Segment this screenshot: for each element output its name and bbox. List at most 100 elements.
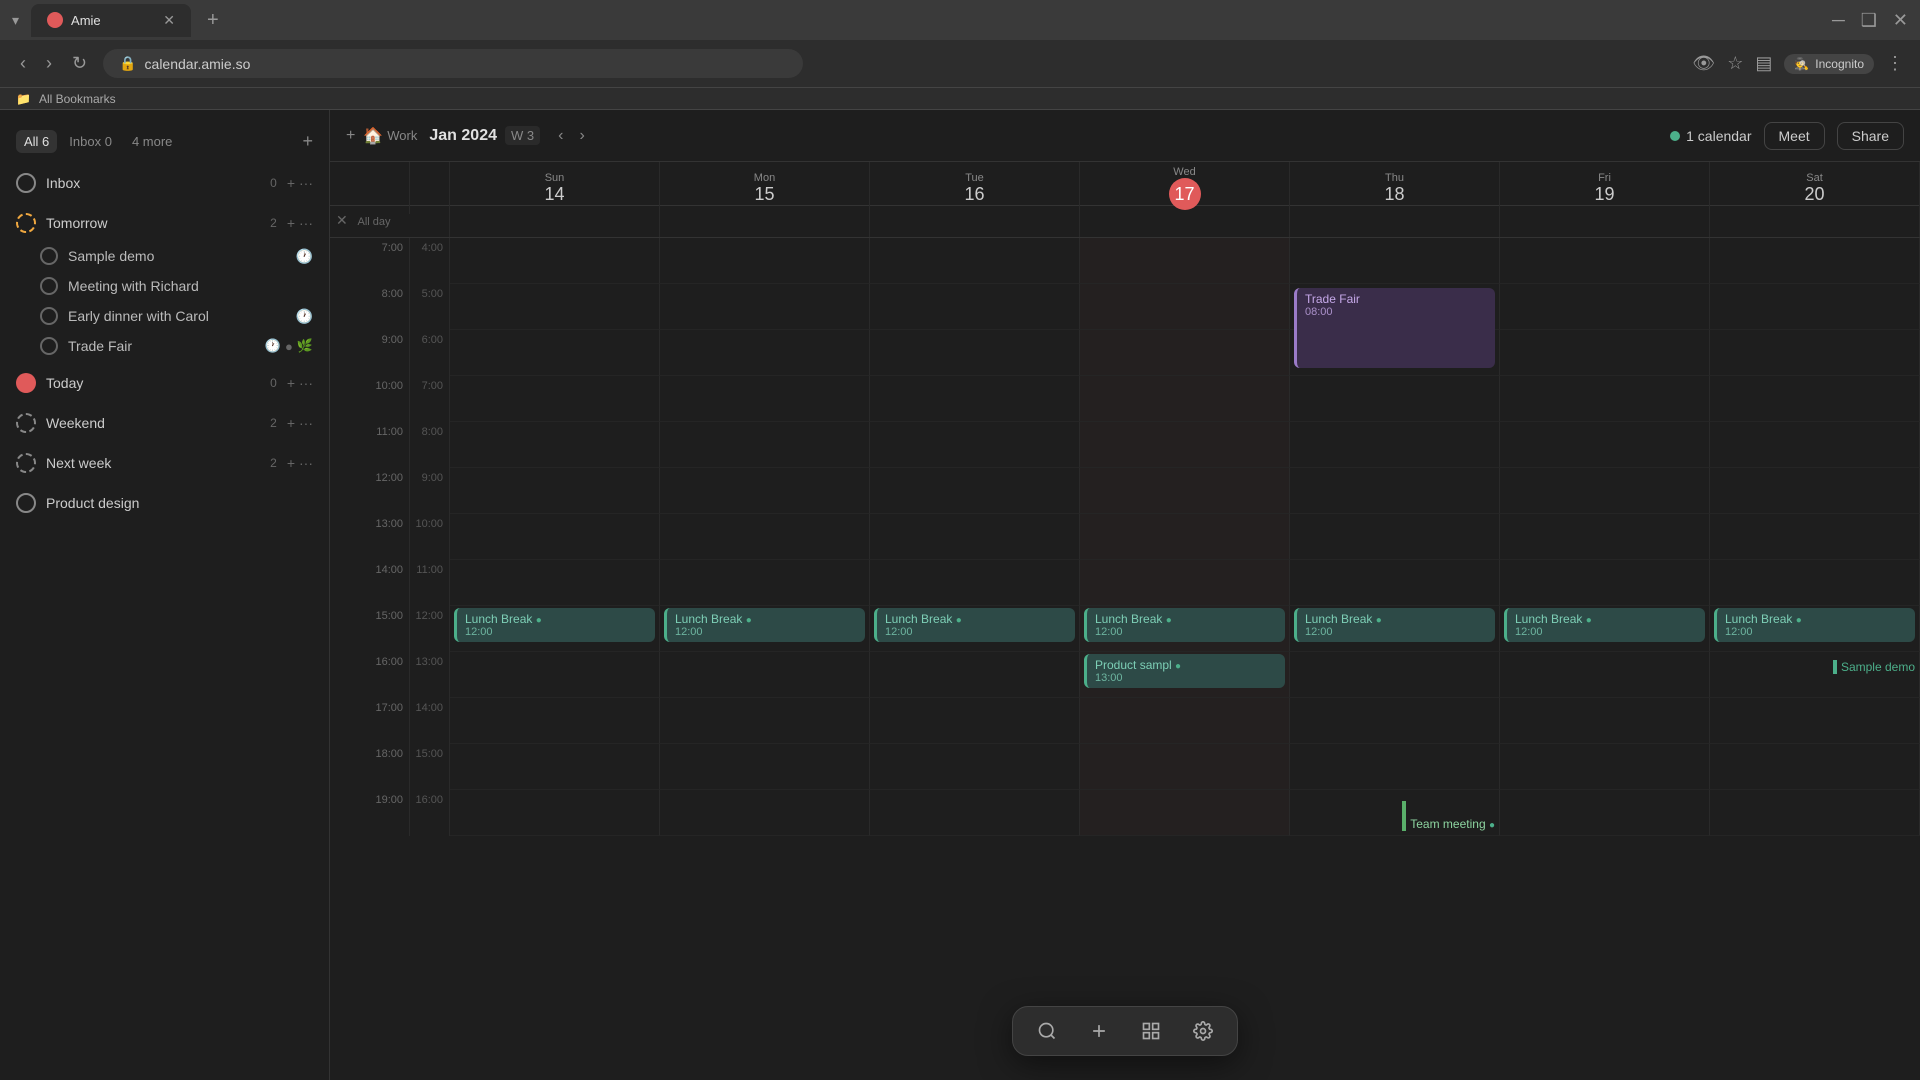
add-button[interactable] [1085,1017,1113,1045]
cell-wed-1300[interactable] [1080,514,1290,560]
cell-wed-1000[interactable] [1080,376,1290,422]
sidebar-section-header-weekend[interactable]: Weekend 2 + ··· [8,405,321,441]
cell-fri-1400[interactable] [1500,560,1710,606]
hide-icon[interactable]: 👁 [1692,53,1715,74]
cell-tue-1800[interactable] [870,744,1080,790]
event-lunch-tue[interactable]: Lunch Break ● 12:00 [874,608,1075,642]
calendar-scroll-area[interactable]: 7:00 4:00 8:00 5:00 [330,238,1920,1080]
cell-mon-1400[interactable] [660,560,870,606]
sidebar-toggle-icon[interactable]: ▤ [1755,53,1772,74]
cell-mon-800[interactable] [660,284,870,330]
cell-wed-1900[interactable] [1080,790,1290,836]
sidebar-section-header-inbox[interactable]: Inbox 0 + ··· [8,165,321,201]
task-item-trade-fair[interactable]: Trade Fair 🕐 ● 🌿 [8,331,321,361]
tomorrow-more-icon[interactable]: ··· [299,215,313,231]
allday-mon[interactable] [660,206,870,237]
nextweek-more-icon[interactable]: ··· [299,455,313,471]
view-button[interactable] [1137,1017,1165,1045]
minimize-button[interactable]: ─ [1832,10,1845,31]
forward-button[interactable]: › [42,49,56,78]
sidebar-tab-inbox[interactable]: Inbox 0 [61,130,120,153]
task-item-early-dinner[interactable]: Early dinner with Carol 🕐 [8,301,321,331]
cell-thu-1500[interactable]: Lunch Break ● 12:00 [1290,606,1500,652]
cell-wed-1100[interactable] [1080,422,1290,468]
sidebar-section-header-tomorrow[interactable]: Tomorrow 2 + ··· [8,205,321,241]
work-label[interactable]: Work [387,128,417,143]
event-lunch-wed[interactable]: Lunch Break ● 12:00 [1084,608,1285,642]
cell-wed-1200[interactable] [1080,468,1290,514]
cell-sat-1600[interactable]: Sample demo [1710,652,1920,698]
cell-sat-1900[interactable] [1710,790,1920,836]
cell-fri-1300[interactable] [1500,514,1710,560]
tab-close-button[interactable]: ✕ [163,12,175,29]
inbox-add-icon[interactable]: + [287,175,295,191]
task-item-meeting-richard[interactable]: Meeting with Richard [8,271,321,301]
cell-sat-1000[interactable] [1710,376,1920,422]
maximize-button[interactable]: ❑ [1861,10,1877,31]
cell-thu-1100[interactable] [1290,422,1500,468]
cell-fri-1500[interactable]: Lunch Break ● 12:00 [1500,606,1710,652]
cell-sun-700[interactable] [450,238,660,284]
cell-wed-900[interactable] [1080,330,1290,376]
event-lunch-sun[interactable]: Lunch Break ● 12:00 [454,608,655,642]
nextweek-add-icon[interactable]: + [287,455,295,471]
cell-mon-900[interactable] [660,330,870,376]
today-add-icon[interactable]: + [287,375,295,391]
inbox-more-icon[interactable]: ··· [299,175,313,191]
back-button[interactable]: ‹ [16,49,30,78]
cell-tue-1100[interactable] [870,422,1080,468]
cell-sun-800[interactable] [450,284,660,330]
cell-thu-1200[interactable] [1290,468,1500,514]
cell-sun-900[interactable] [450,330,660,376]
cell-sun-1700[interactable] [450,698,660,744]
browser-tab-amie[interactable]: Amie ✕ [31,4,191,37]
cell-tue-1500[interactable]: Lunch Break ● 12:00 [870,606,1080,652]
cell-mon-1700[interactable] [660,698,870,744]
tab-dropdown[interactable]: ▾ [12,12,19,29]
cell-thu-1300[interactable] [1290,514,1500,560]
cell-thu-1900[interactable]: Team meeting ● [1290,790,1500,836]
allday-sun[interactable] [450,206,660,237]
cell-sun-1600[interactable] [450,652,660,698]
cell-sun-1300[interactable] [450,514,660,560]
add-event-icon[interactable]: + [346,127,355,145]
cell-wed-1400[interactable] [1080,560,1290,606]
cell-sun-1500[interactable]: Lunch Break ● 12:00 [450,606,660,652]
cell-thu-1800[interactable] [1290,744,1500,790]
allday-tue[interactable] [870,206,1080,237]
cell-tue-800[interactable] [870,284,1080,330]
event-lunch-mon[interactable]: Lunch Break ● 12:00 [664,608,865,642]
cell-mon-1000[interactable] [660,376,870,422]
event-product-sample[interactable]: Product sampl ● 13:00 [1084,654,1285,688]
cell-sat-900[interactable] [1710,330,1920,376]
cell-wed-1600[interactable]: Product sampl ● 13:00 [1080,652,1290,698]
cell-thu-800[interactable]: Trade Fair 08:00 [1290,284,1500,330]
cell-mon-1600[interactable] [660,652,870,698]
cell-sat-1300[interactable] [1710,514,1920,560]
cell-thu-1700[interactable] [1290,698,1500,744]
cell-tue-700[interactable] [870,238,1080,284]
cell-sat-1500[interactable]: Lunch Break ● 12:00 [1710,606,1920,652]
cell-tue-900[interactable] [870,330,1080,376]
close-button[interactable]: ✕ [1893,10,1908,31]
cell-mon-1100[interactable] [660,422,870,468]
cell-fri-1000[interactable] [1500,376,1710,422]
sidebar-tab-all[interactable]: All 6 [16,130,57,153]
sidebar-section-header-nextweek[interactable]: Next week 2 + ··· [8,445,321,481]
cell-sun-1000[interactable] [450,376,660,422]
cell-mon-1500[interactable]: Lunch Break ● 12:00 [660,606,870,652]
prev-week-button[interactable]: ‹ [552,123,569,149]
cell-fri-1700[interactable] [1500,698,1710,744]
bookmark-star-icon[interactable]: ☆ [1727,53,1743,74]
tomorrow-add-icon[interactable]: + [287,215,295,231]
cell-thu-1600[interactable] [1290,652,1500,698]
cell-tue-1600[interactable] [870,652,1080,698]
cell-fri-1600[interactable] [1500,652,1710,698]
cell-wed-1700[interactable] [1080,698,1290,744]
next-week-button[interactable]: › [573,123,590,149]
share-button[interactable]: Share [1837,122,1904,150]
event-lunch-sat[interactable]: Lunch Break ● 12:00 [1714,608,1915,642]
cell-fri-1900[interactable] [1500,790,1710,836]
cell-sun-1100[interactable] [450,422,660,468]
cell-sat-1200[interactable] [1710,468,1920,514]
